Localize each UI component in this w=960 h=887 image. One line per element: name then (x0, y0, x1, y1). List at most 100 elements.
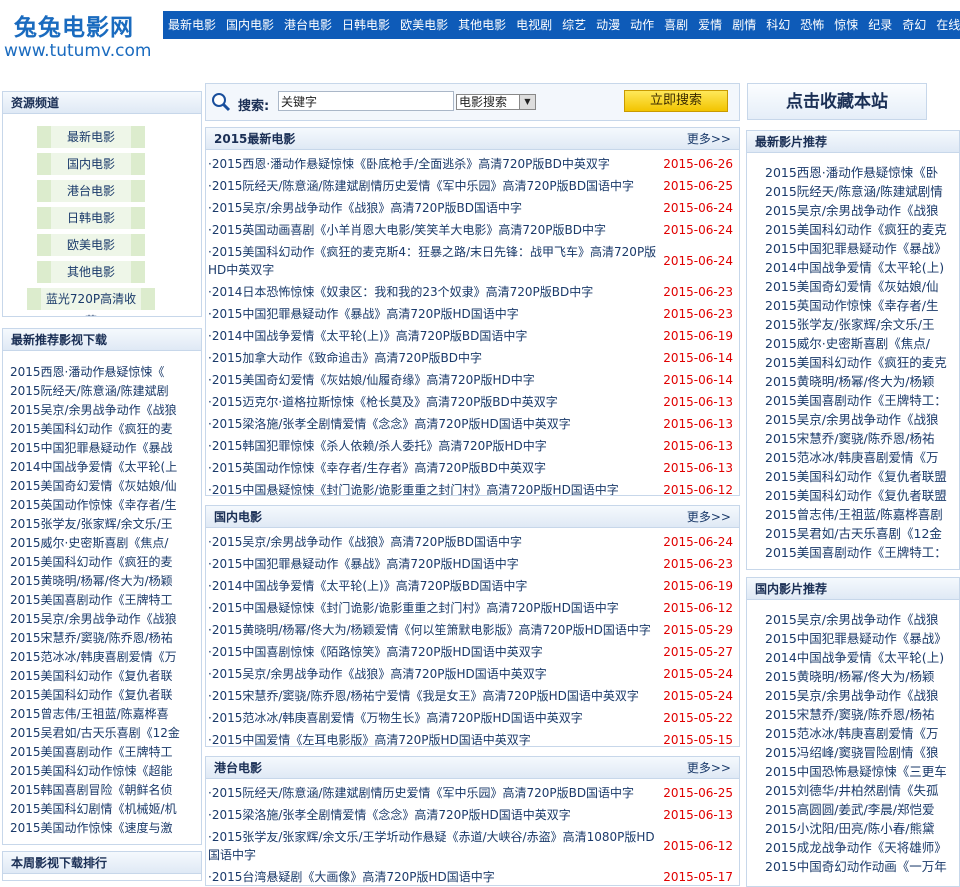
movie-link[interactable]: ·2015中国犯罪悬疑动作《暴战》高清720P版HD国语中字 (208, 557, 519, 571)
recommend-item[interactable]: 2015美国科幻动作《复仇者联 (10, 686, 201, 705)
channel-link[interactable]: 蓝光720P高清收藏 (27, 288, 155, 316)
movie-link[interactable]: ·2014中国战争爱情《太平轮(上)》高清720P版BD国语中字 (208, 579, 527, 593)
bookmark-site-button[interactable]: 点击收藏本站 (747, 83, 927, 120)
recommend-item[interactable]: 2015曾志伟/王祖蓝/陈嘉桦喜剧 (765, 505, 959, 524)
nav-item[interactable]: 纪录 (863, 11, 897, 39)
movie-link[interactable]: ·2015吴京/余男战争动作《战狼》高清720P版BD国语中字 (208, 201, 522, 215)
movie-link[interactable]: ·2015台湾悬疑剧《大画像》高清720P版HD国语中字 (208, 870, 495, 884)
recommend-item[interactable]: 2015黄晓明/杨幂/佟大为/杨颖 (765, 667, 959, 686)
nav-item[interactable]: 最新电影 (163, 11, 221, 39)
recommend-item[interactable]: 2015美国科幻动作《疯狂的麦克 (765, 220, 959, 239)
recommend-item[interactable]: 2015中国恐怖悬疑惊悚《三更车 (765, 762, 959, 781)
recommend-item[interactable]: 2015美国科幻动作惊悚《超能 (10, 762, 201, 781)
movie-link[interactable]: ·2014日本恐怖惊悚《奴隶区：我和我的23个奴隶》高清720P版BD中字 (208, 285, 593, 299)
movie-link[interactable]: ·2015迈克尔·道格拉斯惊悚《枪长莫及》高清720P版BD中英双字 (208, 395, 558, 409)
movie-link[interactable]: ·2015宋慧乔/窦骁/陈乔恩/杨祐宁爱情《我是女王》高清720P版HD国语中英… (208, 689, 639, 703)
nav-item[interactable]: 综艺 (557, 11, 591, 39)
recommend-item[interactable]: 2015阮经天/陈意涵/陈建斌剧情 (765, 182, 959, 201)
recommend-item[interactable]: 2015西恩·潘动作悬疑惊悚《卧 (765, 163, 959, 182)
recommend-item[interactable]: 2015中国奇幻动作动画《一万年 (765, 857, 959, 876)
channel-link[interactable]: 其他电影 (37, 261, 145, 283)
recommend-item[interactable]: 2015范冰冰/韩庚喜剧爱情《万 (765, 448, 959, 467)
recommend-item[interactable]: 2014中国战争爱情《太平轮(上 (10, 458, 201, 477)
recommend-item[interactable]: 2015美国喜剧动作《王牌特工： (765, 391, 959, 410)
nav-item[interactable]: 惊悚 (829, 11, 863, 39)
recommend-item[interactable]: 2015美国喜剧动作《王牌特工 (10, 743, 201, 762)
recommend-item[interactable]: 2015黄晓明/杨幂/佟大为/杨颖 (10, 572, 201, 591)
movie-link[interactable]: ·2015韩国犯罪惊悚《杀人依赖/杀人委托》高清720P版HD中字 (208, 439, 547, 453)
search-input[interactable] (278, 91, 454, 111)
nav-item[interactable]: 动漫 (591, 11, 625, 39)
recommend-item[interactable]: 2015吴君如/古天乐喜剧《12金 (765, 524, 959, 543)
search-type-select[interactable]: 电影搜索 ▼ (456, 94, 536, 110)
recommend-item[interactable]: 2015张学友/张家辉/余文乐/王 (765, 315, 959, 334)
recommend-item[interactable]: 2014中国战争爱情《太平轮(上) (765, 258, 959, 277)
site-logo[interactable]: 兔兔电影网 (14, 8, 134, 42)
recommend-item[interactable]: 2015阮经天/陈意涵/陈建斌剧 (10, 382, 201, 401)
recommend-item[interactable]: 2015英国动作惊悚《幸存者/生 (765, 296, 959, 315)
recommend-item[interactable]: 2015美国动作惊悚《速度与激 (10, 819, 201, 838)
movie-link[interactable]: ·2015范冰冰/韩庚喜剧爱情《万物生长》高清720P版HD国语中英双字 (208, 711, 583, 725)
movie-link[interactable]: ·2015中国犯罪悬疑动作《暴战》高清720P版HD国语中字 (208, 307, 519, 321)
recommend-item[interactable]: 2015吴京/余男战争动作《战狼 (765, 610, 959, 629)
nav-item[interactable]: 港台电影 (279, 11, 337, 39)
recommend-item[interactable]: 2015吴京/余男战争动作《战狼 (765, 201, 959, 220)
recommend-item[interactable]: 2015美国奇幻爱情《灰姑娘/仙 (765, 277, 959, 296)
recommend-item[interactable]: 2015成龙战争动作《天将雄师》 (765, 838, 959, 857)
channel-link[interactable]: 最新电影 (37, 126, 145, 148)
recommend-item[interactable]: 2015美国奇幻爱情《灰姑娘/仙 (10, 477, 201, 496)
movie-link[interactable]: ·2015中国悬疑惊悚《封门诡影/诡影重重之封门村》高清720P版HD国语中字 (208, 601, 619, 615)
nav-item[interactable]: 日韩电影 (337, 11, 395, 39)
recommend-item[interactable]: 2015威尔·史密斯喜剧《焦点/ (10, 534, 201, 553)
recommend-item[interactable]: 2015宋慧乔/窦骁/陈乔恩/杨祐 (765, 705, 959, 724)
nav-item[interactable]: 电视剧 (511, 11, 557, 39)
movie-link[interactable]: ·2015阮经天/陈意涵/陈建斌剧情历史爱情《军中乐园》高清720P版BD国语中… (208, 179, 634, 193)
search-button[interactable]: 立即搜索 (624, 90, 728, 112)
movie-link[interactable]: ·2015加拿大动作《致命追击》高清720P版BD中字 (208, 351, 482, 365)
movie-link[interactable]: ·2015梁洛施/张孝全剧情爱情《念念》高清720P版HD国语中英双字 (208, 808, 571, 822)
movie-link[interactable]: ·2015美国奇幻爱情《灰姑娘/仙履奇缘》高清720P版HD中字 (208, 373, 535, 387)
recommend-item[interactable]: 2015高圆圆/姜武/李晨/郑恺爱 (765, 800, 959, 819)
recommend-item[interactable]: 2015范冰冰/韩庚喜剧爱情《万 (10, 648, 201, 667)
recommend-item[interactable]: 2015小沈阳/田亮/陈小春/熊黛 (765, 819, 959, 838)
nav-item[interactable]: 欧美电影 (395, 11, 453, 39)
recommend-item[interactable]: 2015吴君如/古天乐喜剧《12金 (10, 724, 201, 743)
recommend-item[interactable]: 2015美国科幻动作《复仇者联 (10, 667, 201, 686)
recommend-item[interactable]: 2015美国科幻动作《复仇者联盟 (765, 467, 959, 486)
recommend-item[interactable]: 2015美国科幻动作《疯狂的麦克 (765, 353, 959, 372)
recommend-item[interactable]: 2015西恩·潘动作悬疑惊悚《 (10, 363, 201, 382)
movie-link[interactable]: ·2015黄晓明/杨幂/佟大为/杨颖爱情《何以笙箫默电影版》高清720P版HD国… (208, 623, 651, 637)
channel-link[interactable]: 日韩电影 (37, 207, 145, 229)
nav-item[interactable]: 喜剧 (659, 11, 693, 39)
recommend-item[interactable]: 2015美国科幻动作《疯狂的麦 (10, 420, 201, 439)
movie-link[interactable]: ·2015美国科幻动作《疯狂的麦克斯4：狂暴之路/末日先锋：战甲飞车》高清720… (208, 245, 656, 277)
nav-item[interactable]: 科幻 (761, 11, 795, 39)
recommend-item[interactable]: 2015吴京/余男战争动作《战狼 (10, 401, 201, 420)
recommend-item[interactable]: 2014中国战争爱情《太平轮(上) (765, 648, 959, 667)
movie-link[interactable]: ·2015吴京/余男战争动作《战狼》高清720P版HD国语中英双字 (208, 667, 547, 681)
recommend-item[interactable]: 2015冯绍峰/窦骁冒险剧情《狼 (765, 743, 959, 762)
nav-item[interactable]: 恐怖 (795, 11, 829, 39)
nav-item[interactable]: 在线 (931, 11, 960, 39)
recommend-item[interactable]: 2015美国喜剧动作《王牌特工 (10, 591, 201, 610)
movie-link[interactable]: ·2015西恩·潘动作悬疑惊悚《卧底枪手/全面逃杀》高清720P版BD中英双字 (208, 157, 610, 171)
recommend-item[interactable]: 2015美国科幻动作《复仇者联盟 (765, 486, 959, 505)
channel-link[interactable]: 国内电影 (37, 153, 145, 175)
nav-item[interactable]: 爱情 (693, 11, 727, 39)
movie-link[interactable]: ·2015吴京/余男战争动作《战狼》高清720P版BD国语中字 (208, 535, 522, 549)
recommend-item[interactable]: 2015张学友/张家辉/余文乐/王 (10, 515, 201, 534)
movie-link[interactable]: ·2015中国爱情《左耳电影版》高清720P版HD国语中英双字 (208, 733, 531, 746)
nav-item[interactable]: 其他电影 (453, 11, 511, 39)
nav-item[interactable]: 国内电影 (221, 11, 279, 39)
recommend-item[interactable]: 2015宋慧乔/窦骁/陈乔恩/杨祐 (10, 629, 201, 648)
more-link[interactable]: 更多>> (687, 128, 731, 150)
channel-link[interactable]: 港台电影 (37, 180, 145, 202)
recommend-item[interactable]: 2015美国喜剧动作《王牌特工： (765, 543, 959, 562)
recommend-item[interactable]: 2015吴京/余男战争动作《战狼 (765, 686, 959, 705)
nav-item[interactable]: 动作 (625, 11, 659, 39)
movie-link[interactable]: ·2014中国战争爱情《太平轮(上)》高清720P版BD国语中字 (208, 329, 527, 343)
recommend-item[interactable]: 2015韩国喜剧冒险《朝鲜名侦 (10, 781, 201, 800)
recommend-item[interactable]: 2015范冰冰/韩庚喜剧爱情《万 (765, 724, 959, 743)
recommend-item[interactable]: 2015威尔·史密斯喜剧《焦点/ (765, 334, 959, 353)
movie-link[interactable]: ·2015中国喜剧惊悚《陌路惊笑》高清720P版HD国语中英双字 (208, 645, 543, 659)
